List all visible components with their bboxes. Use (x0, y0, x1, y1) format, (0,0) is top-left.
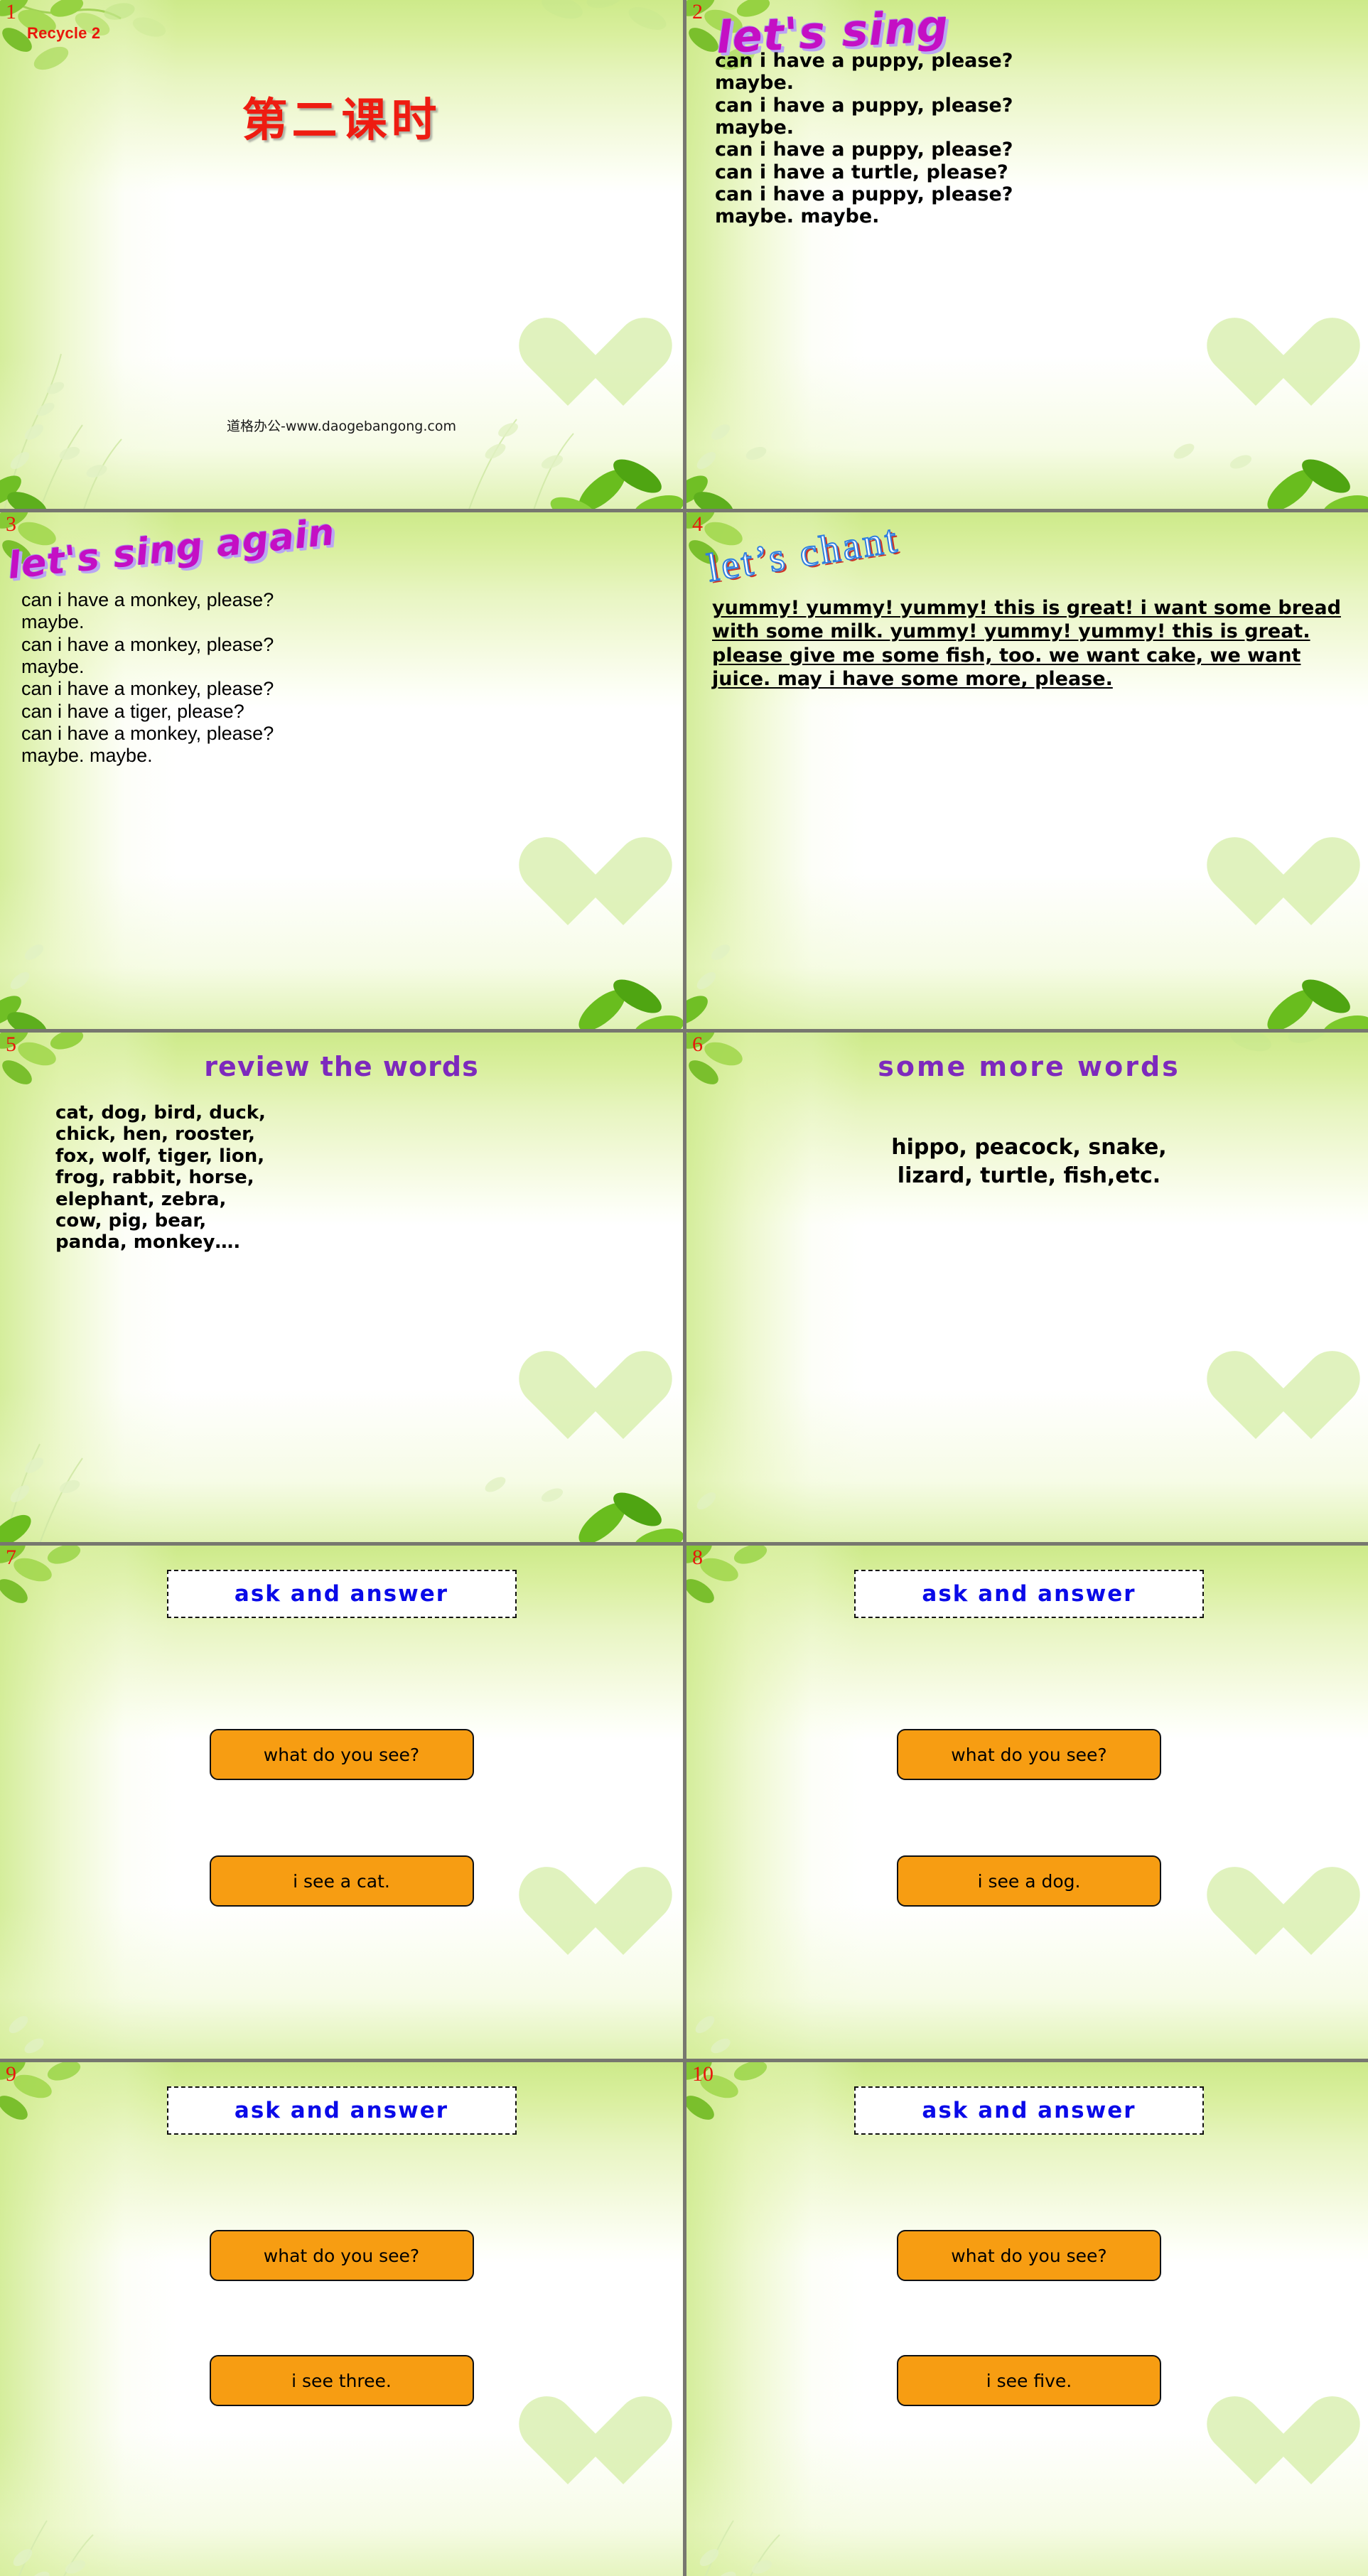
slide-thumbnail-9[interactable]: 9 ask and answer what do you see? i see … (0, 2062, 683, 2576)
slide-number: 5 (6, 1033, 16, 1056)
slide-number: 9 (6, 2062, 16, 2086)
answer-button[interactable]: i see three. (209, 2355, 474, 2406)
question-button[interactable]: what do you see? (209, 2230, 474, 2281)
slide-thumbnail-1[interactable]: 1 Recycle 2 第二课时 道格办公-www.daogebangong.c… (0, 0, 683, 509)
answer-button[interactable]: i see a cat. (209, 1855, 474, 1907)
slide-thumbnail-10[interactable]: 10 ask and answer what do you see? i see… (686, 2062, 1368, 2576)
slide-heading: ask and answer (854, 1570, 1204, 1618)
slide-number: 6 (692, 1033, 703, 1056)
slide-number: 4 (692, 512, 703, 536)
slide-thumbnail-2[interactable]: 2 let's sing can i have a puppy, please?… (686, 0, 1368, 509)
slide-thumbnail-7[interactable]: 7 ask and answer what do you see? i see … (0, 1546, 683, 2059)
slide-heading: some more words (878, 1051, 1180, 1082)
slide-number: 7 (6, 1546, 16, 1569)
slide-number: 3 (6, 512, 16, 536)
slide-heading: review the words (204, 1051, 479, 1082)
unit-label: Recycle 2 (27, 24, 101, 42)
slide-number: 10 (692, 2062, 713, 2086)
watermark-text: 道格办公-www.daogebangong.com (226, 419, 456, 434)
slide-thumbnail-4[interactable]: 4 let’s chant yummy! yummy! yummy! this … (686, 512, 1368, 1029)
lyrics-text: can i have a monkey, please? maybe. can … (21, 589, 274, 767)
slide-thumbnail-5[interactable]: 5 review the words cat, dog, bird, duck,… (0, 1033, 683, 1542)
answer-button[interactable]: i see five. (897, 2355, 1161, 2406)
answer-button[interactable]: i see a dog. (897, 1855, 1161, 1907)
slide-heading: let's sing again (6, 512, 338, 588)
slide-thumbnail-8[interactable]: 8 ask and answer what do you see? i see … (686, 1546, 1368, 2059)
slide-heading: ask and answer (166, 2086, 517, 2135)
slide-thumbnail-6[interactable]: 6 some more words hippo, peacock, snake,… (686, 1033, 1368, 1542)
question-button[interactable]: what do you see? (897, 2230, 1161, 2281)
lyrics-text: can i have a puppy, please? maybe. can i… (715, 50, 1013, 228)
slide-number: 8 (692, 1546, 703, 1569)
word-list: cat, dog, bird, duck, chick, hen, rooste… (55, 1102, 266, 1254)
page-title: 第二课时 (242, 95, 441, 147)
slide-thumbnail-grid: 1 Recycle 2 第二课时 道格办公-www.daogebangong.c… (0, 0, 1368, 2576)
question-button[interactable]: what do you see? (897, 1729, 1161, 1780)
question-button[interactable]: what do you see? (209, 1729, 474, 1780)
slide-heading: ask and answer (166, 1570, 517, 1618)
slide-heading: let’s chant (704, 516, 903, 591)
slide-heading: ask and answer (854, 2086, 1204, 2135)
slide-number: 2 (692, 0, 703, 23)
word-list: hippo, peacock, snake, lizard, turtle, f… (891, 1135, 1167, 1188)
slide-thumbnail-3[interactable]: 3 let's sing again can i have a monkey, … (0, 512, 683, 1029)
slide-number: 1 (6, 0, 16, 23)
chant-text: yummy! yummy! yummy! this is great! i wa… (712, 597, 1341, 691)
